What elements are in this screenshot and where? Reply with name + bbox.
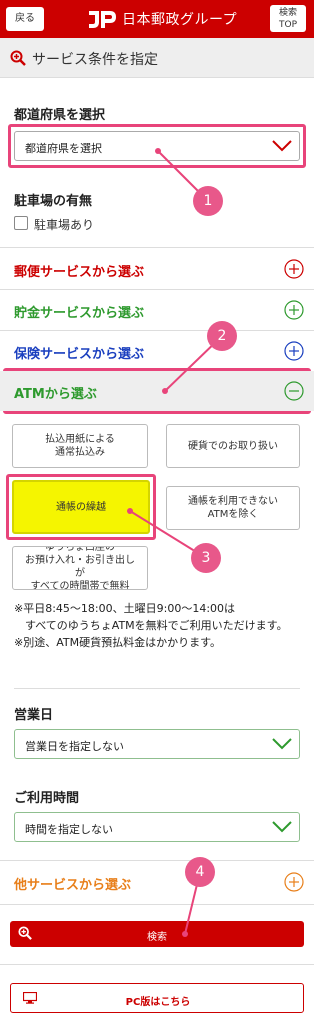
business-day-label: 営業日 [14, 708, 54, 723]
option-label: お預け入れ・お引き出し [25, 555, 135, 566]
divider [0, 860, 314, 861]
note-line: すべてのゆうちょATMを無料でご利用いただけます。 [14, 619, 288, 632]
atm-option-transfer-slip[interactable]: 払込用紙による 通常払込み [12, 424, 148, 468]
atm-option-exclude-no-passbook[interactable]: 通帳を利用できない ATMを除く [166, 486, 300, 530]
accordion-savings-label: 貯金サービスから選ぶ [14, 306, 145, 321]
chevron-down-icon [272, 821, 292, 833]
divider [0, 964, 314, 965]
accordion-atm-label: ATMから選ぶ [14, 387, 97, 402]
logo-text: 日本郵政グループ [122, 12, 238, 28]
plus-circle-icon [284, 259, 304, 279]
callout-marker-3: 3 [191, 543, 221, 573]
atm-option-passbook-carryover[interactable]: 通帳の繰越 [12, 480, 150, 534]
parking-checkbox-label[interactable]: 駐車場あり [34, 216, 94, 233]
accordion-insurance[interactable]: 保険サービスから選ぶ [0, 331, 314, 371]
plus-circle-icon [284, 300, 304, 320]
accordion-savings[interactable]: 貯金サービスから選ぶ [0, 290, 314, 330]
jp-logo-icon [89, 11, 116, 28]
business-day-select-value: 営業日を指定しない [25, 740, 124, 753]
search-top-label-1: 検索 [278, 8, 297, 18]
atm-notes: ※平日8:45～18:00、土曜日9:00～14:00は すべてのゆうちょATM… [14, 600, 304, 651]
accordion-postal[interactable]: 郵便サービスから選ぶ [0, 249, 314, 289]
prefecture-select-value: 都道府県を選択 [25, 142, 102, 155]
divider [14, 688, 300, 689]
search-button[interactable]: 検索 [10, 921, 304, 947]
search-button-label: 検索 [147, 932, 167, 943]
accordion-insurance-label: 保険サービスから選ぶ [14, 347, 145, 362]
chevron-down-icon [272, 738, 292, 750]
atm-option-free-all-hours[interactable]: ゆうちょ口座の お預け入れ・お引き出し が すべての時間帯で無料 [12, 546, 148, 590]
option-label: すべての時間帯で無料 [30, 581, 130, 590]
note-line: ※別途、ATM硬貨預払料金はかかります。 [14, 636, 221, 649]
back-button[interactable]: 戻る [6, 7, 44, 31]
hours-select-value: 時間を指定しない [25, 823, 113, 836]
hours-select[interactable]: 時間を指定しない [14, 812, 300, 842]
accordion-atm[interactable]: ATMから選ぶ [0, 371, 314, 411]
plus-circle-icon [284, 341, 304, 361]
search-top-button[interactable]: 検索 TOP [270, 5, 306, 32]
divider [0, 904, 314, 905]
atm-option-coins[interactable]: 硬貨でのお取り扱い [166, 424, 300, 468]
parking-checkbox[interactable] [14, 216, 28, 230]
page-title: サービス条件を指定 [32, 52, 158, 68]
option-label: ATMを除く [207, 509, 259, 520]
accordion-postal-label: 郵便サービスから選ぶ [14, 265, 145, 280]
prefecture-select[interactable]: 都道府県を選択 [14, 131, 300, 161]
divider [0, 247, 314, 248]
callout-marker-4: 4 [185, 857, 215, 887]
search-top-label-2: TOP [278, 20, 297, 30]
option-label: 硬貨でのお取り扱い [188, 440, 278, 452]
magnifier-plus-icon [10, 50, 26, 66]
option-label: 通帳の繰越 [56, 501, 106, 513]
search-conditions-titlebar: サービス条件を指定 [0, 38, 314, 78]
callout-marker-2: 2 [207, 321, 237, 351]
accordion-other-services[interactable]: 他サービスから選ぶ [0, 862, 314, 902]
note-line: ※平日8:45～18:00、土曜日9:00～14:00は [14, 602, 236, 615]
accordion-other-label: 他サービスから選ぶ [14, 878, 132, 893]
option-label: 通常払込み [54, 447, 105, 458]
app-header: 戻る 日本郵政グループ 検索 TOP [0, 0, 314, 38]
japan-post-logo[interactable]: 日本郵政グループ [86, 7, 237, 31]
option-label: ゆうちょ口座の [45, 546, 115, 553]
option-label: が [75, 568, 85, 579]
minus-circle-icon [284, 381, 304, 401]
hours-label: ご利用時間 [14, 791, 80, 806]
option-label: 通帳を利用できない [188, 496, 278, 507]
callout-marker-1: 1 [193, 186, 223, 216]
chevron-down-icon [272, 140, 292, 152]
parking-label: 駐車場の有無 [14, 194, 93, 209]
prefecture-label: 都道府県を選択 [14, 108, 106, 123]
pc-version-label: PC版はこちら [125, 997, 191, 1008]
pc-version-button[interactable]: PC版はこちら [10, 983, 304, 1013]
option-label: 払込用紙による [45, 434, 115, 445]
plus-circle-icon [284, 872, 304, 892]
business-day-select[interactable]: 営業日を指定しない [14, 729, 300, 759]
